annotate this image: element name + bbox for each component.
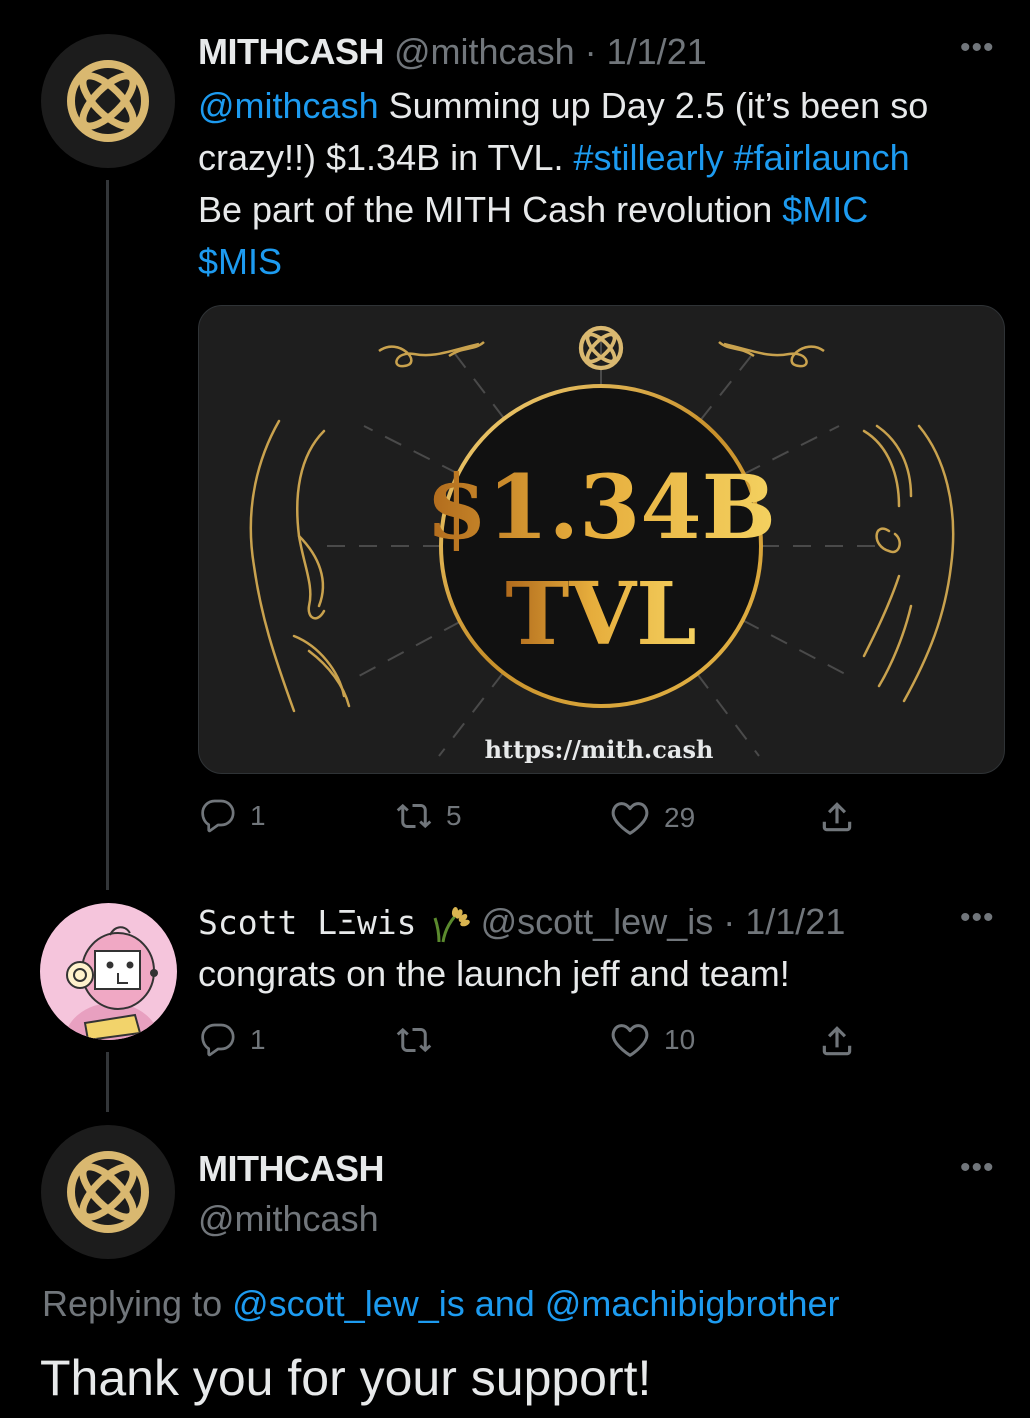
tweet-text: @mithcash Summing up Day 2.5 (it’s been …: [198, 80, 1008, 288]
tweet-image[interactable]: $1.34B TVL https://mith.cash: [198, 305, 1005, 774]
reply-count: 1: [250, 800, 266, 831]
image-url-text: https://mith.cash: [485, 735, 714, 764]
mention-link[interactable]: @mithcash: [198, 85, 379, 126]
mithcash-logo-icon: [41, 34, 175, 168]
reply-button[interactable]: 1: [200, 1022, 266, 1058]
retweet-button[interactable]: 5: [396, 798, 462, 834]
retweet-button[interactable]: [396, 1022, 446, 1058]
mithcash-logo-icon: [41, 1125, 175, 1259]
heart-icon: [610, 798, 650, 838]
reply-button[interactable]: 1: [200, 798, 266, 834]
retweet-icon: [396, 798, 432, 834]
thread-line: [106, 180, 109, 890]
tweet-date[interactable]: 1/1/21: [607, 31, 707, 72]
like-button[interactable]: 29: [610, 798, 695, 838]
retweet-count: 5: [446, 800, 462, 831]
avatar[interactable]: [41, 34, 175, 168]
retweet-icon: [396, 1022, 432, 1058]
tweet-text: congrats on the launch jeff and team!: [198, 953, 790, 994]
avatar[interactable]: [41, 1125, 175, 1259]
reply-count: 1: [250, 1024, 266, 1055]
cashtag-link[interactable]: $MIS: [198, 241, 282, 282]
more-icon[interactable]: •••: [960, 903, 995, 933]
avatar[interactable]: [40, 903, 177, 1040]
display-name[interactable]: MITHCASH: [198, 31, 384, 72]
heart-icon: [610, 1020, 650, 1060]
user-handle[interactable]: @mithcash: [198, 1197, 379, 1241]
cashtag-link[interactable]: $MIC: [782, 189, 868, 230]
separator: ·: [584, 31, 597, 72]
user-handle[interactable]: @mithcash: [394, 31, 575, 72]
text-segment: Be part of the MITH Cash revolution: [198, 189, 783, 230]
rice-plant-emoji-icon: [431, 904, 471, 944]
thread-line: [106, 1052, 109, 1112]
replying-to: Replying to @scott_lew_is and @machibigb…: [42, 1280, 840, 1328]
reply-icon: [200, 798, 236, 834]
like-count: 29: [664, 802, 696, 833]
more-icon[interactable]: •••: [960, 33, 995, 63]
like-button[interactable]: 10: [610, 1020, 695, 1060]
tvl-label: TVL: [505, 564, 696, 665]
tweet-date[interactable]: 1/1/21: [745, 901, 845, 942]
hashtag-link[interactable]: #stillearly: [574, 137, 724, 178]
like-count: 10: [664, 1024, 696, 1055]
tweet-header: Scott LΞwis @scott_lew_is · 1/1/21: [198, 900, 845, 945]
display-name[interactable]: Scott LΞwis: [198, 903, 417, 942]
separator: ·: [723, 901, 736, 942]
more-icon[interactable]: •••: [960, 1153, 995, 1183]
tvl-amount: $1.34B: [426, 455, 776, 559]
share-button[interactable]: [818, 798, 856, 836]
replying-prefix: Replying to: [42, 1283, 233, 1324]
hashtag-link[interactable]: #fairlaunch: [734, 137, 910, 178]
tweet-header: MITHCASH @mithcash · 1/1/21: [198, 30, 707, 74]
reply-icon: [200, 1022, 236, 1058]
replying-users-link[interactable]: @scott_lew_is and @machibigbrother: [232, 1283, 839, 1324]
share-icon: [818, 1022, 856, 1060]
share-button[interactable]: [818, 1022, 856, 1060]
share-icon: [818, 798, 856, 836]
display-name[interactable]: MITHCASH: [198, 1147, 384, 1191]
tweet-text: Thank you for your support!: [40, 1350, 652, 1406]
user-handle[interactable]: @scott_lew_is: [481, 901, 714, 942]
ape-avatar-icon: [64, 926, 160, 1040]
